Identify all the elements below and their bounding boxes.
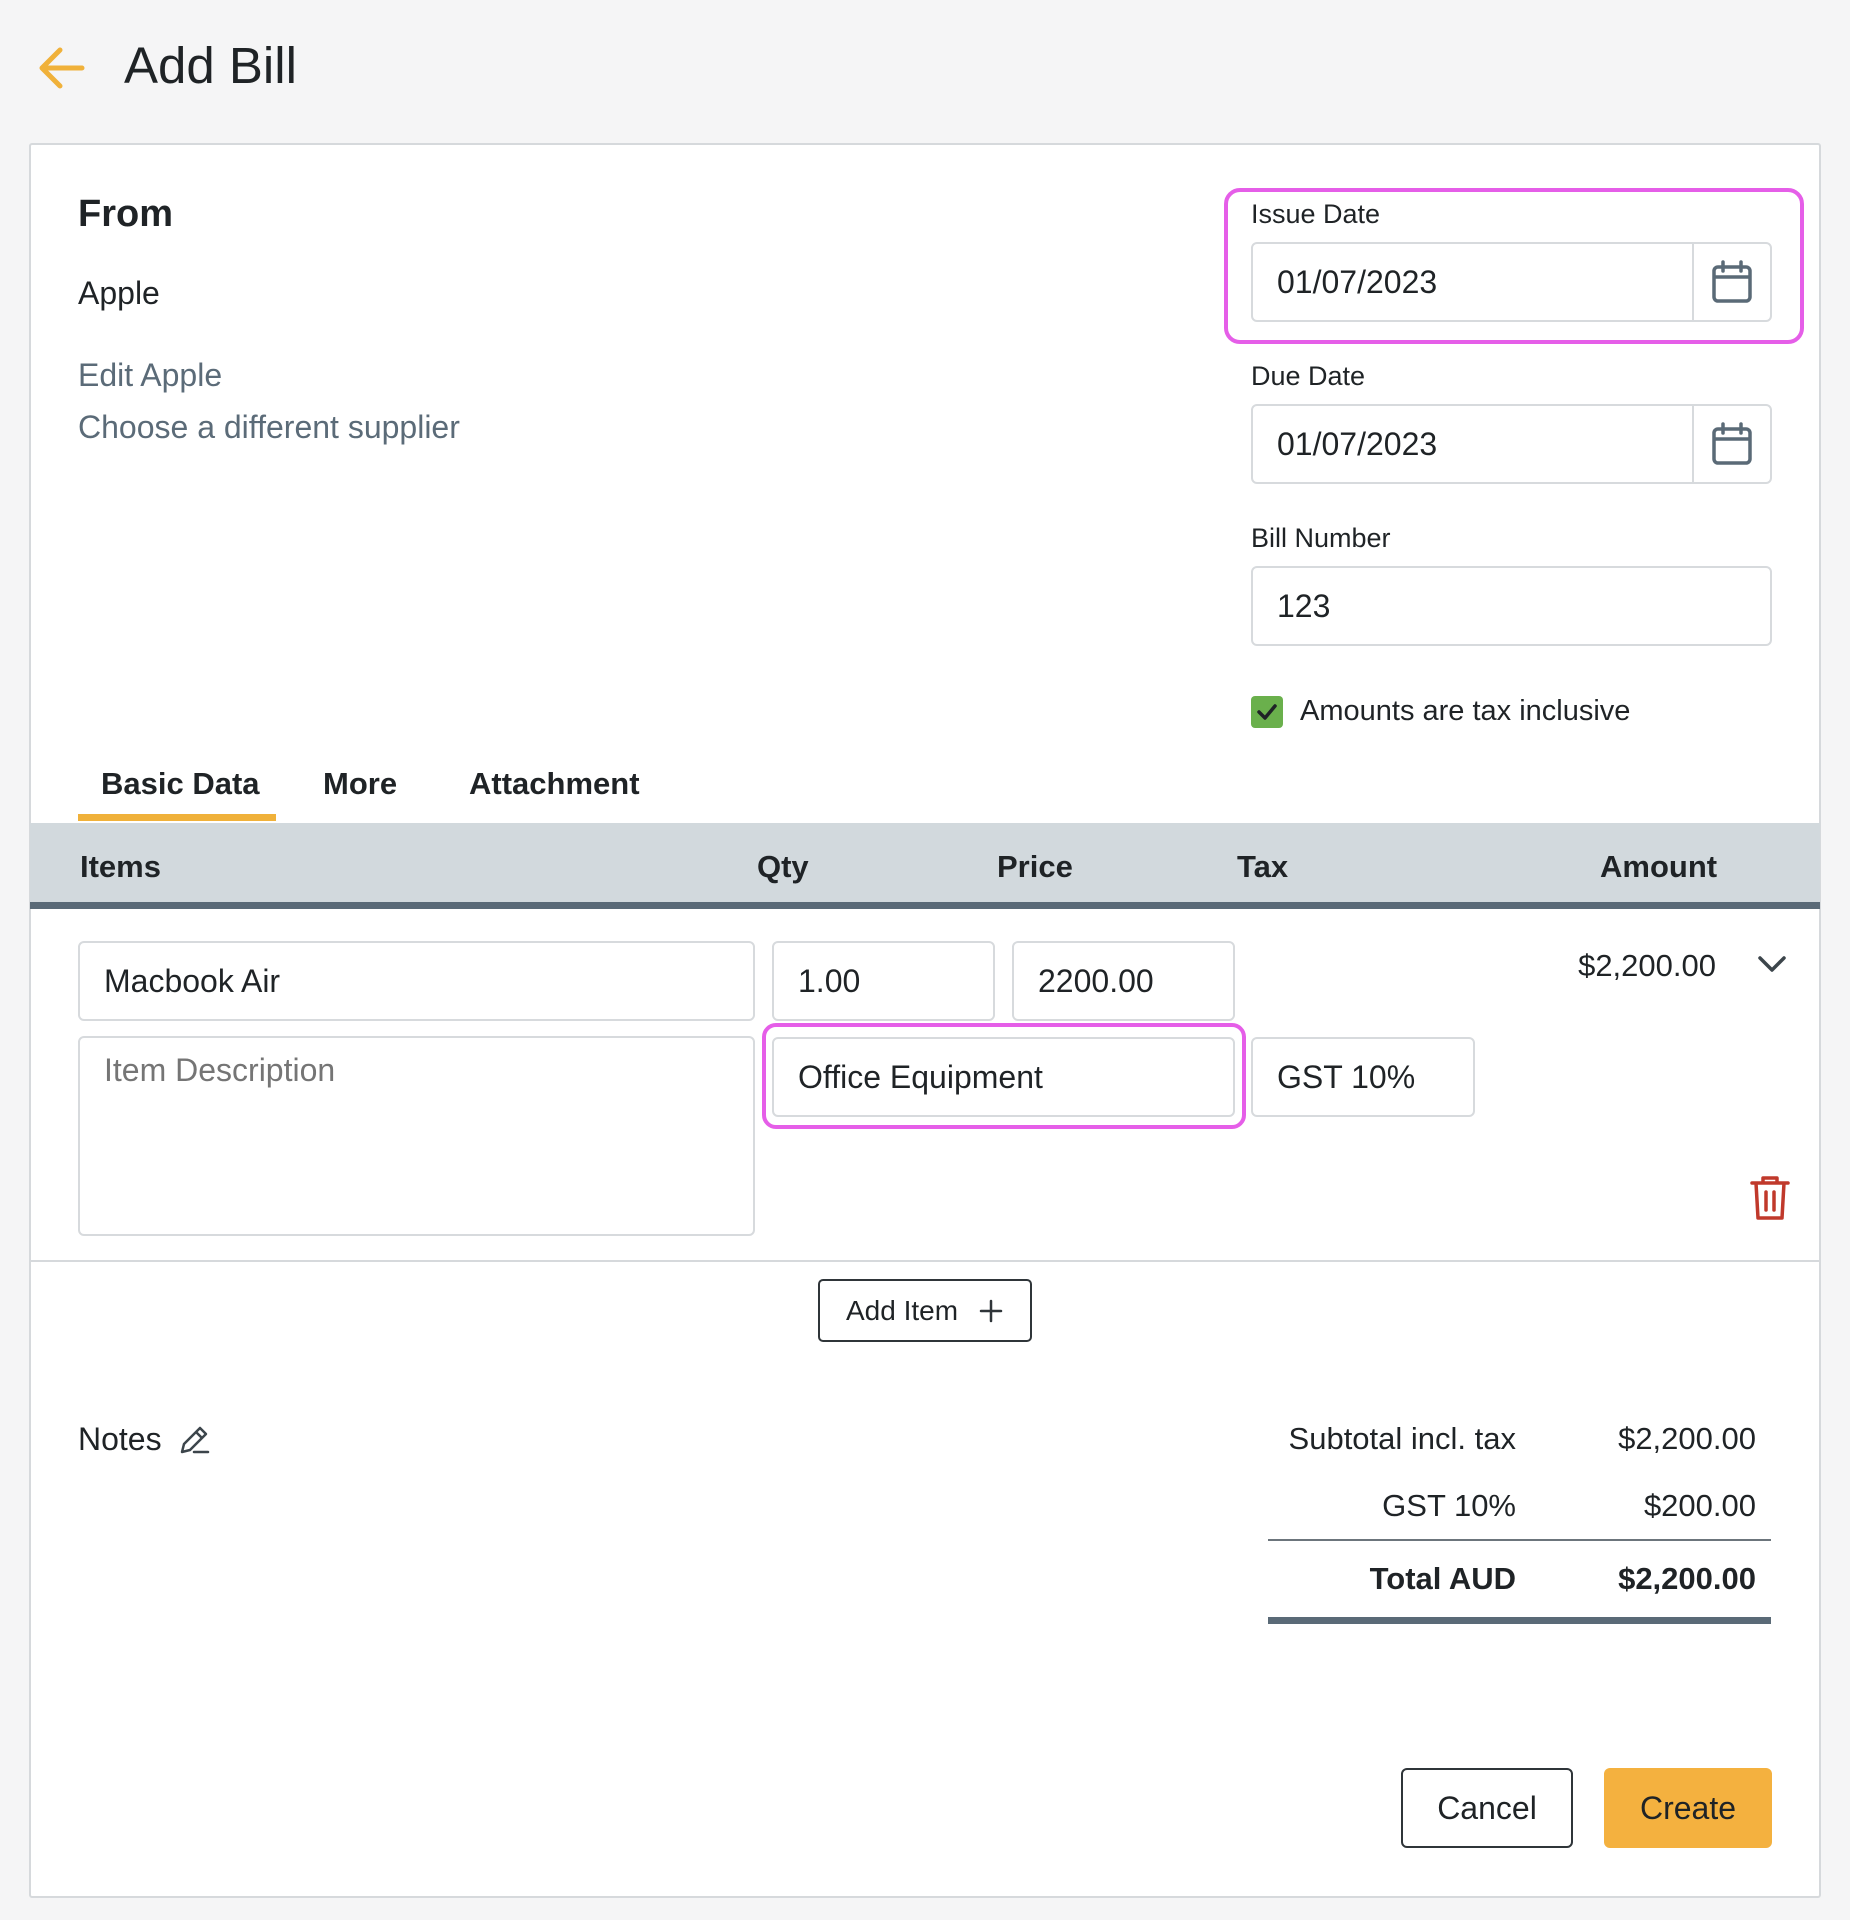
issue-date-value: 01/07/2023 <box>1277 264 1438 300</box>
due-date-value: 01/07/2023 <box>1277 426 1438 462</box>
plus-icon <box>979 1299 1003 1322</box>
issue-date-calendar-button[interactable] <box>1692 244 1770 320</box>
change-supplier-link[interactable]: Choose a different supplier <box>78 406 460 448</box>
item-tax-input[interactable]: GST 10% <box>1251 1037 1475 1117</box>
supplier-name: Apple <box>78 275 160 311</box>
tax-inclusive-checkbox[interactable] <box>1251 696 1283 728</box>
item-price-value: 2200.00 <box>1038 963 1154 999</box>
bill-number-input[interactable]: 123 <box>1251 566 1772 646</box>
item-tax-value: GST 10% <box>1277 1059 1416 1095</box>
subtotal-label: Subtotal incl. tax <box>1288 1421 1516 1456</box>
delete-item-button[interactable] <box>1748 1174 1792 1222</box>
bill-number-label: Bill Number <box>1251 523 1391 553</box>
summary-divider <box>1268 1539 1771 1541</box>
item-description-input[interactable] <box>78 1036 755 1236</box>
total-underline <box>1268 1617 1771 1624</box>
tab-basic-data[interactable]: Basic Data <box>101 762 260 806</box>
issue-date-input[interactable]: 01/07/2023 <box>1251 242 1772 322</box>
add-item-button[interactable]: Add Item <box>818 1279 1032 1342</box>
gst-label: GST 10% <box>1382 1488 1516 1523</box>
item-amount: $2,200.00 <box>1578 948 1716 983</box>
item-account-value: Office Equipment <box>798 1059 1043 1095</box>
item-name-input[interactable]: Macbook Air <box>78 941 755 1021</box>
subtotal-value: $2,200.00 <box>1618 1421 1756 1456</box>
item-account-input[interactable]: Office Equipment <box>772 1037 1235 1117</box>
pencil-icon <box>180 1426 210 1454</box>
column-price: Price <box>997 849 1073 884</box>
tax-inclusive-label: Amounts are tax inclusive <box>1300 695 1631 727</box>
expand-row-button[interactable] <box>1752 944 1792 984</box>
notes-label: Notes <box>78 1421 162 1457</box>
due-date-calendar-button[interactable] <box>1692 406 1770 482</box>
item-qty-value: 1.00 <box>798 963 861 999</box>
calendar-icon <box>1712 260 1752 303</box>
due-date-label: Due Date <box>1251 361 1366 391</box>
gst-value: $200.00 <box>1643 1488 1756 1523</box>
total-value: $2,200.00 <box>1618 1561 1756 1596</box>
column-tax: Tax <box>1237 849 1289 884</box>
chevron-down-icon <box>1758 956 1786 972</box>
column-amount: Amount <box>1600 849 1718 884</box>
item-name-value: Macbook Air <box>104 963 281 999</box>
calendar-icon <box>1712 422 1752 465</box>
item-qty-input[interactable]: 1.00 <box>772 941 995 1021</box>
cancel-button[interactable]: Cancel <box>1401 1768 1573 1848</box>
create-button[interactable]: Create <box>1604 1768 1772 1848</box>
from-heading: From <box>78 193 173 235</box>
tab-more[interactable]: More <box>323 762 397 806</box>
edit-supplier-link[interactable]: Edit Apple <box>78 354 222 396</box>
column-qty: Qty <box>757 849 809 884</box>
tab-attachment[interactable]: Attachment <box>469 762 640 806</box>
row-divider <box>30 1260 1820 1262</box>
trash-icon <box>1750 1176 1790 1220</box>
edit-notes-button[interactable] <box>176 1422 212 1458</box>
page-title: Add Bill <box>124 37 297 94</box>
active-tab-indicator <box>78 814 276 821</box>
back-button[interactable] <box>34 40 90 96</box>
column-items: Items <box>80 849 161 884</box>
total-label: Total AUD <box>1369 1561 1516 1596</box>
checkmark-icon <box>1257 704 1277 720</box>
arrow-left-icon <box>39 47 85 89</box>
due-date-input[interactable]: 01/07/2023 <box>1251 404 1772 484</box>
issue-date-label: Issue Date <box>1251 199 1381 229</box>
add-item-label: Add Item <box>845 1295 959 1326</box>
bill-number-value: 123 <box>1277 588 1331 624</box>
item-price-input[interactable]: 2200.00 <box>1012 941 1235 1021</box>
items-table-header <box>30 823 1820 909</box>
